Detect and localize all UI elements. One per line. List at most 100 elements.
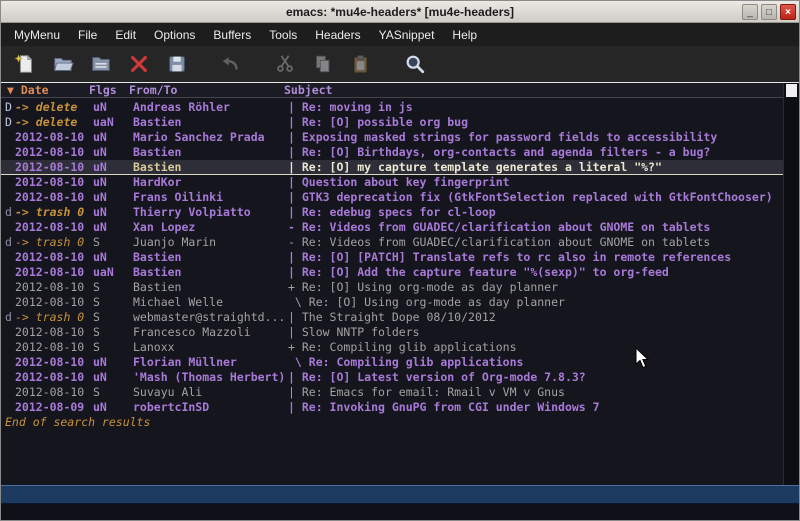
subject-cell: Re: [O] Using org-mode as day planner: [302, 280, 558, 295]
message-row[interactable]: d -> trash 0 S Juanjo Marin - Re: Videos…: [1, 235, 783, 250]
date-cell: -> trash 0: [15, 205, 93, 220]
mark-char: [5, 325, 15, 340]
flags-cell: uN: [93, 160, 133, 174]
mark-char: D: [5, 115, 15, 130]
menu-item[interactable]: YASnippet: [370, 25, 444, 45]
mark-char: D: [5, 100, 15, 115]
headers-window: ▼ Date Flgs From/To Subject D -> delete …: [1, 83, 783, 485]
message-row[interactable]: D -> delete uN Andreas Röhler | Re: movi…: [1, 100, 783, 115]
new-file-button[interactable]: [11, 50, 39, 78]
from-cell: Mario Sanchez Prada: [133, 130, 288, 145]
subject-cell: Exposing masked strings for password fie…: [302, 130, 717, 145]
thread-indicator: |: [288, 190, 302, 205]
body: ▼ Date Flgs From/To Subject D -> delete …: [1, 83, 799, 485]
mark-char: [5, 265, 15, 280]
message-row[interactable]: 2012-08-09 uN robertcInSD | Re: Invoking…: [1, 400, 783, 415]
from-cell: Michael Welle: [133, 295, 288, 310]
mark-char: [5, 190, 15, 205]
toolbar: [1, 46, 799, 83]
message-row[interactable]: 2012-08-10 uN Mario Sanchez Prada | Expo…: [1, 130, 783, 145]
message-row[interactable]: 2012-08-10 S Bastien + Re: [O] Using org…: [1, 280, 783, 295]
from-cell: Bastien: [133, 145, 288, 160]
column-header-flags[interactable]: Flgs: [89, 83, 129, 97]
save-floppy-icon: [166, 53, 188, 75]
thread-indicator: |: [288, 400, 302, 415]
search-button[interactable]: [401, 50, 429, 78]
date-cell: 2012-08-10: [15, 250, 93, 265]
message-row[interactable]: 2012-08-10 uN Frans Oilinki | GTK3 depre…: [1, 190, 783, 205]
copy-button[interactable]: [309, 50, 337, 78]
message-row[interactable]: d -> trash 0 S webmaster@straightd... | …: [1, 310, 783, 325]
message-row[interactable]: d -> trash 0 uN Thierry Volpiatto | Re: …: [1, 205, 783, 220]
menu-item[interactable]: Headers: [306, 25, 369, 45]
flags-cell: uN: [93, 100, 133, 115]
subject-cell: Re: [O] my capture template generates a …: [302, 160, 662, 174]
column-header-date[interactable]: ▼ Date: [1, 83, 89, 97]
menu-item[interactable]: MyMenu: [5, 25, 69, 45]
echo-area[interactable]: [1, 504, 799, 520]
message-row[interactable]: 2012-08-10 S Francesco Mazzoli | Slow NN…: [1, 325, 783, 340]
cut-button[interactable]: [271, 50, 299, 78]
mark-char: d: [5, 205, 15, 220]
menu-bar: MyMenu File Edit Options Buffers Tools H…: [1, 23, 799, 46]
subject-cell: Re: [O] [PATCH] Translate refs to rc als…: [302, 250, 731, 265]
dired-button[interactable]: [87, 50, 115, 78]
close-x-icon: [128, 53, 150, 75]
date-cell: 2012-08-10: [15, 220, 93, 235]
thread-indicator: |: [288, 130, 302, 145]
message-row[interactable]: 2012-08-10 uN Bastien | Re: [O] [PATCH] …: [1, 250, 783, 265]
mark-char: [5, 160, 15, 174]
message-row[interactable]: 2012-08-10 uN 'Mash (Thomas Herbert) | R…: [1, 370, 783, 385]
undo-button[interactable]: [217, 50, 245, 78]
close-button[interactable]: ×: [780, 4, 796, 20]
menu-item[interactable]: File: [69, 25, 106, 45]
thread-indicator: |: [288, 175, 302, 190]
message-row[interactable]: 2012-08-10 uN Bastien | Re: [O] my captu…: [1, 160, 783, 175]
from-cell: Frans Oilinki: [133, 190, 288, 205]
column-header-from[interactable]: From/To: [129, 83, 284, 97]
scrollbar[interactable]: [783, 83, 799, 485]
message-row[interactable]: 2012-08-10 S Suvayu Ali | Re: Emacs for …: [1, 385, 783, 400]
menu-item[interactable]: Help: [443, 25, 486, 45]
message-row[interactable]: D -> delete uaN Bastien | Re: [O] possib…: [1, 115, 783, 130]
paste-button[interactable]: [347, 50, 375, 78]
message-row[interactable]: 2012-08-10 uaN Bastien | Re: [O] Add the…: [1, 265, 783, 280]
title-bar[interactable]: emacs: *mu4e-headers* [mu4e-headers] _ □…: [1, 1, 799, 23]
menu-item[interactable]: Buffers: [204, 25, 260, 45]
from-cell: Florian Müllner: [133, 355, 288, 370]
open-file-button[interactable]: [49, 50, 77, 78]
minimize-button[interactable]: _: [742, 4, 758, 20]
subject-cell: Re: moving in js: [302, 100, 413, 115]
thread-indicator: |: [288, 160, 302, 174]
date-cell: 2012-08-10: [15, 130, 93, 145]
message-rows: D -> delete uN Andreas Röhler | Re: movi…: [1, 100, 783, 415]
scrollbar-thumb[interactable]: [786, 84, 797, 97]
menu-item[interactable]: Edit: [106, 25, 145, 45]
mode-line: *mu4e-headers* ( 5, 0) [All/2.0k] [mu4e-…: [1, 485, 799, 504]
message-row[interactable]: 2012-08-10 uN Xan Lopez - Re: Videos fro…: [1, 220, 783, 235]
subject-cell: Re: [O] Latest version of Org-mode 7.8.3…: [302, 370, 586, 385]
maximize-button[interactable]: □: [761, 4, 777, 20]
flags-cell: S: [93, 325, 133, 340]
thread-indicator: |: [288, 205, 302, 220]
date-cell: 2012-08-09: [15, 400, 93, 415]
message-row[interactable]: 2012-08-10 S Michael Welle \ Re: [O] Usi…: [1, 295, 783, 310]
save-buffer-button[interactable]: [163, 50, 191, 78]
thread-indicator: |: [288, 100, 302, 115]
message-row[interactable]: 2012-08-10 uN HardKor | Question about k…: [1, 175, 783, 190]
flags-cell: uN: [93, 205, 133, 220]
message-row[interactable]: 2012-08-10 S Lanoxx + Re: Compiling glib…: [1, 340, 783, 355]
undo-arrow-icon: [220, 53, 242, 75]
mark-char: [5, 130, 15, 145]
end-of-results: End of search results: [1, 415, 783, 430]
folder-icon: [90, 53, 112, 75]
column-header-subject[interactable]: Subject: [284, 83, 332, 97]
from-cell: 'Mash (Thomas Herbert): [133, 370, 288, 385]
message-row[interactable]: 2012-08-10 uN Florian Müllner \ Re: Comp…: [1, 355, 783, 370]
paste-clipboard-icon: [350, 53, 372, 75]
flags-cell: uN: [93, 250, 133, 265]
menu-item[interactable]: Tools: [260, 25, 306, 45]
menu-item[interactable]: Options: [145, 25, 204, 45]
kill-buffer-button[interactable]: [125, 50, 153, 78]
message-row[interactable]: 2012-08-10 uN Bastien | Re: [O] Birthday…: [1, 145, 783, 160]
